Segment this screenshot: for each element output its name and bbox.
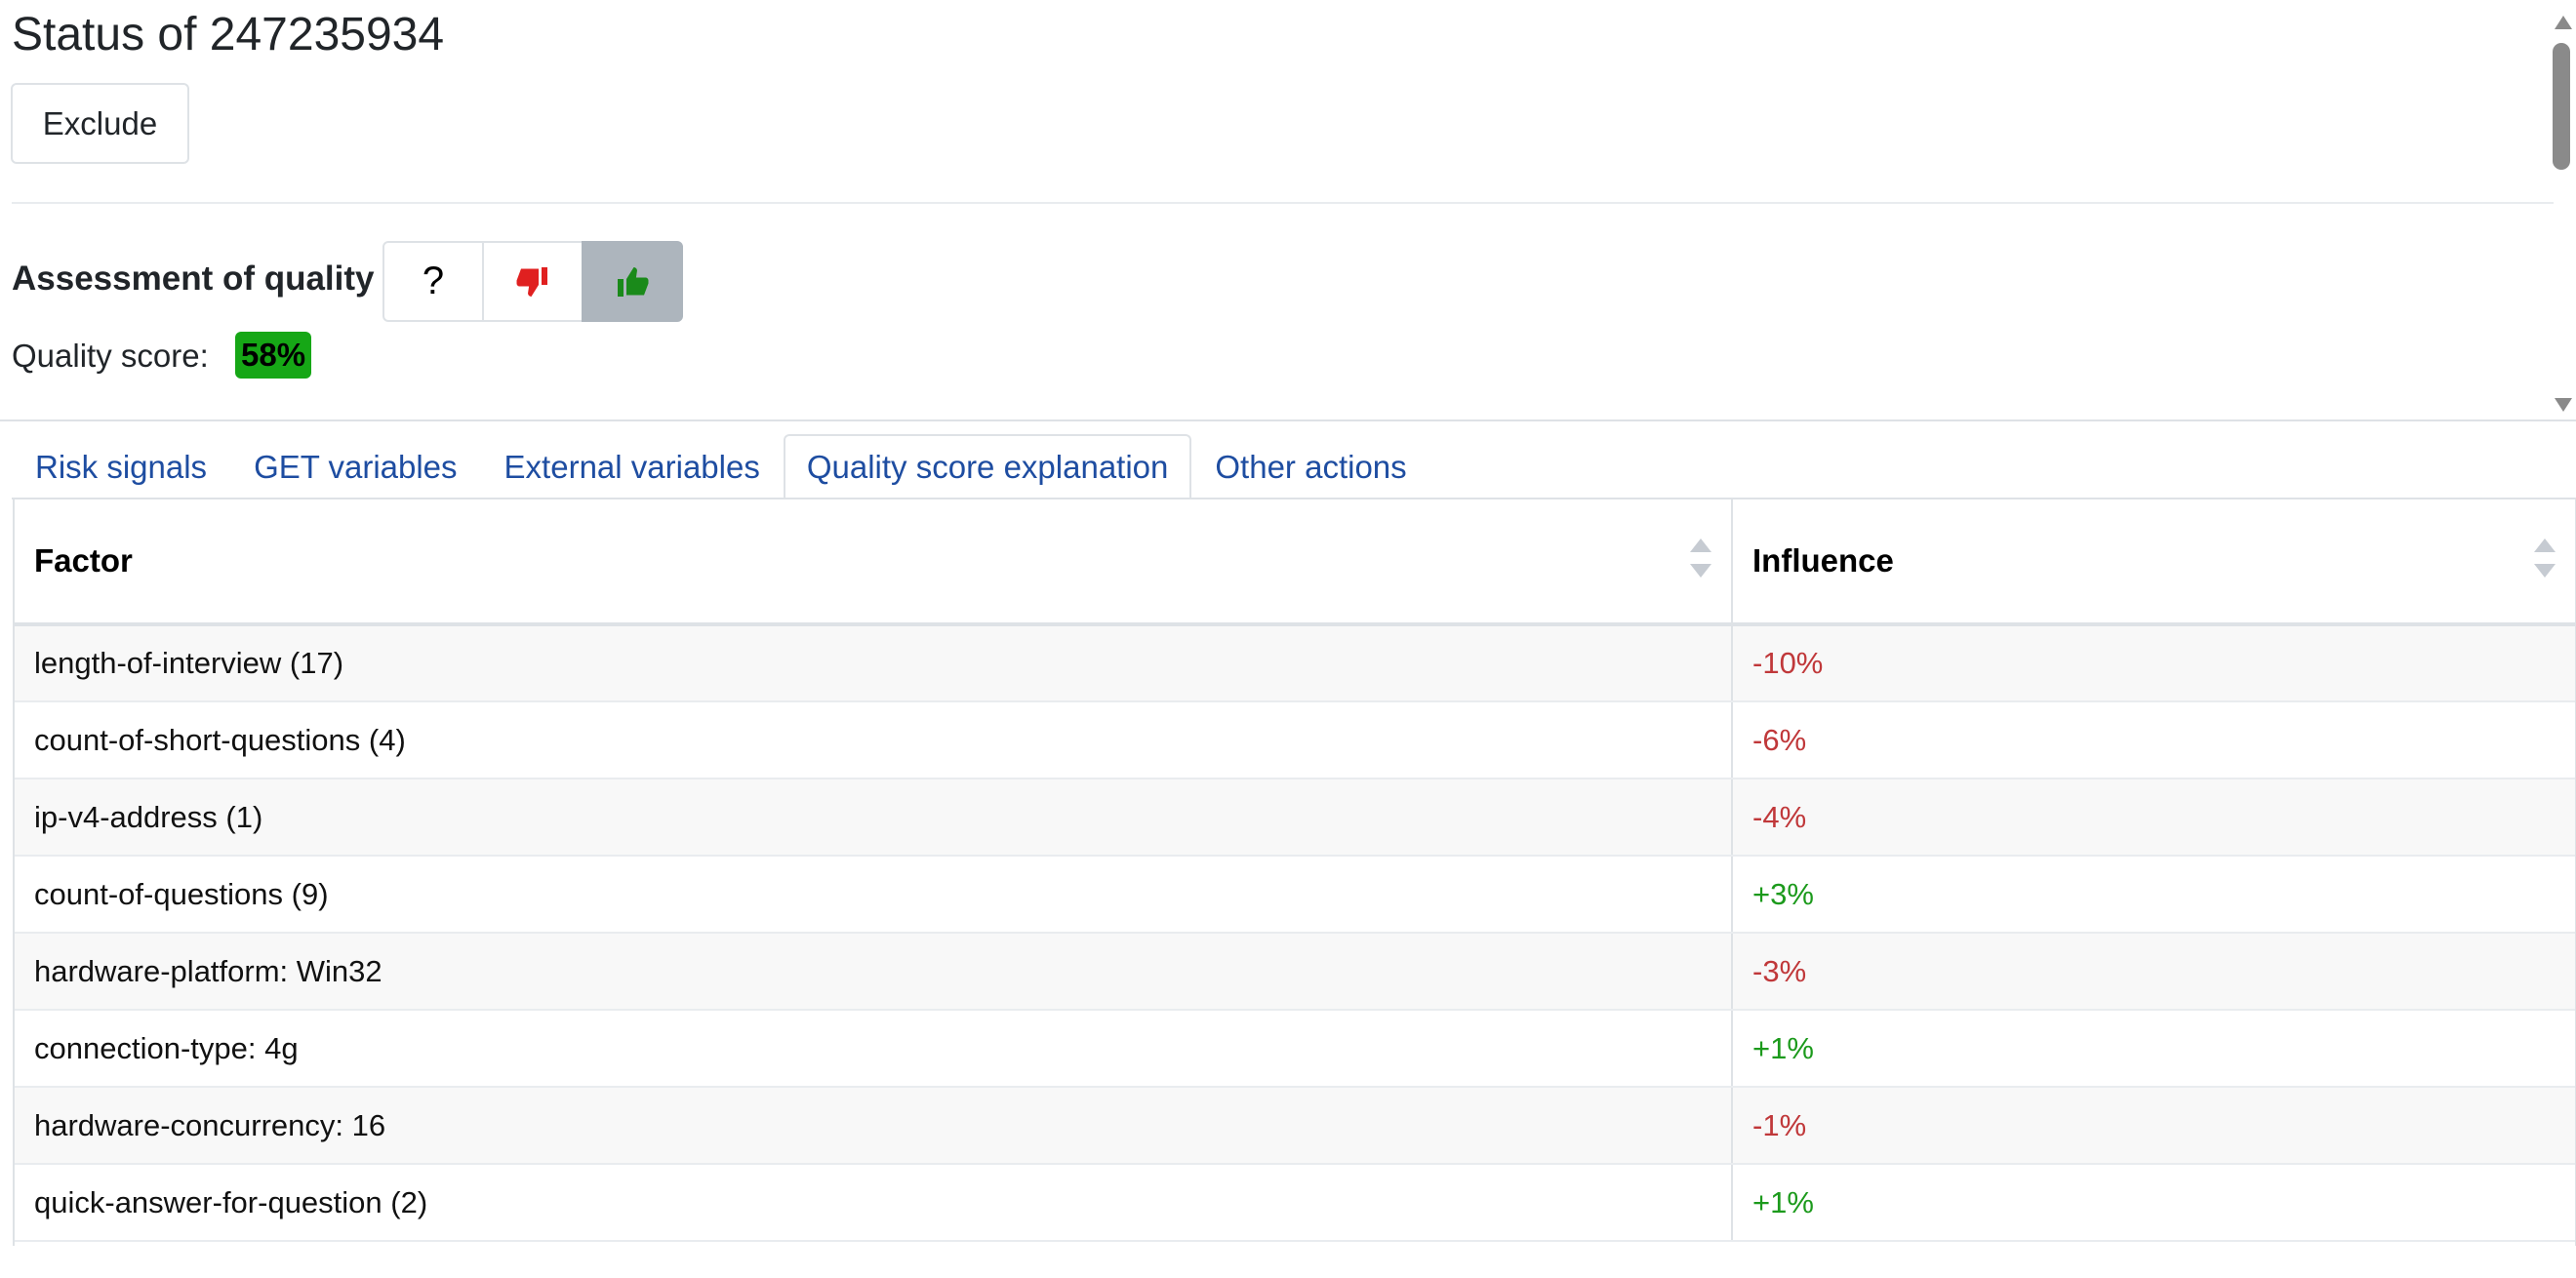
influence-cell: -1% bbox=[1732, 1087, 2575, 1165]
sort-icon[interactable] bbox=[1690, 539, 1711, 583]
quality-explanation-table-container: Factor Influence length-of-interview (17… bbox=[13, 499, 2576, 1246]
table-row: hardware-platform: Win32 -3% bbox=[15, 933, 2575, 1011]
factor-cell: hardware-concurrency: 16 bbox=[15, 1087, 1733, 1165]
factor-cell: ip-v4-address (1) bbox=[15, 779, 1733, 857]
tab-quality-score-explanation[interactable]: Quality score explanation bbox=[783, 434, 1192, 499]
factor-column-header[interactable]: Factor bbox=[15, 499, 1733, 626]
question-mark-icon: ? bbox=[422, 260, 445, 302]
factor-cell: connection-type: 4g bbox=[15, 1010, 1733, 1088]
table-row: count-of-questions (9) +3% bbox=[15, 856, 2575, 934]
scroll-thumb[interactable] bbox=[2553, 43, 2570, 170]
tab-get-variables[interactable]: GET variables bbox=[230, 434, 480, 499]
scroll-down-arrow-icon[interactable] bbox=[2555, 398, 2572, 412]
quality-score-label: Quality score: bbox=[12, 338, 209, 374]
factor-cell: length-of-interview (17) bbox=[15, 624, 1733, 702]
tab-bar: Risk signals GET variables External vari… bbox=[12, 434, 1430, 499]
thumbs-down-icon bbox=[516, 266, 547, 297]
table-row: hardware-concurrency: 16 -1% bbox=[15, 1087, 2575, 1165]
unknown-quality-button[interactable]: ? bbox=[382, 241, 484, 322]
exclude-button[interactable]: Exclude bbox=[11, 83, 189, 164]
assessment-label: Assessment of quality bbox=[12, 260, 375, 298]
status-panel: Status of 247235934 Exclude Assessment o… bbox=[0, 0, 2576, 421]
panel-scrollbar[interactable] bbox=[2549, 0, 2576, 421]
thumbs-up-icon bbox=[618, 266, 649, 297]
tab-other-actions[interactable]: Other actions bbox=[1191, 434, 1429, 499]
table-row: count-of-short-questions (4) -6% bbox=[15, 701, 2575, 779]
factor-cell: hardware-platform: Win32 bbox=[15, 933, 1733, 1011]
divider bbox=[12, 202, 2554, 204]
influence-cell: -3% bbox=[1732, 933, 2575, 1011]
influence-cell: +3% bbox=[1732, 856, 2575, 934]
influence-header-label: Influence bbox=[1752, 542, 1894, 579]
sort-icon[interactable] bbox=[2534, 539, 2556, 583]
quality-score-badge: 58% bbox=[235, 332, 312, 379]
influence-cell: -6% bbox=[1732, 701, 2575, 779]
factor-cell: quick-answer-for-question (2) bbox=[15, 1164, 1733, 1242]
assessment-button-group: ? bbox=[382, 241, 683, 322]
factor-header-label: Factor bbox=[34, 542, 133, 579]
table-row: ip-v4-address (1) -4% bbox=[15, 779, 2575, 857]
tab-external-variables[interactable]: External variables bbox=[481, 434, 784, 499]
influence-cell: -10% bbox=[1732, 624, 2575, 702]
table-row: connection-type: 4g +1% bbox=[15, 1010, 2575, 1088]
bad-quality-button[interactable] bbox=[482, 241, 584, 322]
good-quality-button[interactable] bbox=[582, 241, 683, 322]
table-row: length-of-interview (17) -10% bbox=[15, 624, 2575, 702]
page-title: Status of 247235934 bbox=[12, 9, 445, 60]
tab-risk-signals[interactable]: Risk signals bbox=[12, 434, 230, 499]
quality-explanation-table: Factor Influence length-of-interview (17… bbox=[15, 499, 2575, 1242]
influence-cell: +1% bbox=[1732, 1010, 2575, 1088]
scroll-up-arrow-icon[interactable] bbox=[2555, 16, 2572, 29]
factor-cell: count-of-questions (9) bbox=[15, 856, 1733, 934]
influence-column-header[interactable]: Influence bbox=[1732, 499, 2575, 626]
influence-cell: -4% bbox=[1732, 779, 2575, 857]
factor-cell: count-of-short-questions (4) bbox=[15, 701, 1733, 779]
table-row: quick-answer-for-question (2) +1% bbox=[15, 1164, 2575, 1242]
table-header-row: Factor Influence bbox=[15, 499, 2575, 626]
influence-cell: +1% bbox=[1732, 1164, 2575, 1242]
